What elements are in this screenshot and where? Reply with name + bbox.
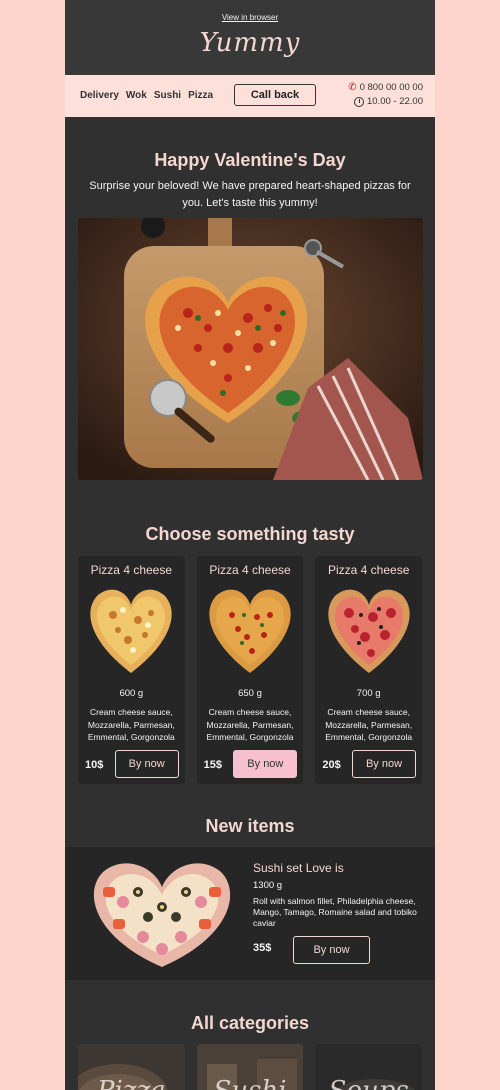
category-card-soups[interactable]: Soups: [315, 1044, 423, 1090]
nav-links: Delivery Wok Sushi Pizza: [80, 90, 213, 101]
product-weight: 600 g: [119, 688, 144, 699]
product-description: Cream cheese sauce, Mozzarella, Parmesan…: [325, 707, 413, 742]
new-item-image[interactable]: [83, 857, 241, 970]
logo[interactable]: Yummy: [65, 28, 435, 58]
hero-image[interactable]: [77, 218, 423, 480]
clock-icon: [354, 97, 364, 107]
call-back-button[interactable]: Call back: [234, 84, 316, 106]
category-list: Pizza Sushi Soups: [65, 1044, 435, 1090]
product-name[interactable]: Pizza 4 cheese: [78, 563, 185, 577]
new-item-price: 35$: [253, 942, 272, 954]
nav-link-wok[interactable]: Wok: [126, 90, 147, 101]
product-name[interactable]: Pizza 4 cheese: [315, 563, 422, 577]
buy-now-button[interactable]: By now: [114, 750, 179, 778]
category-label: Pizza: [78, 1076, 185, 1090]
new-items-title: New items: [205, 816, 295, 836]
product-card: Pizza 4 cheese 700 g Cream cheese sauce,…: [315, 556, 423, 784]
nav-link-pizza[interactable]: Pizza: [188, 90, 213, 101]
product-list: Pizza 4 cheese 600 g Cream cheese sauce,…: [65, 556, 435, 784]
products-title: Choose something tasty: [145, 524, 355, 544]
product-image[interactable]: [202, 585, 298, 677]
new-item-weight: 1300 g: [253, 880, 283, 891]
buy-now-button[interactable]: By now: [352, 750, 417, 778]
hero-text: Surprise your beloved! We have prepared …: [89, 180, 411, 209]
category-card-pizza[interactable]: Pizza: [78, 1044, 185, 1090]
product-weight: 650 g: [238, 688, 262, 699]
product-price: 15$: [203, 759, 223, 771]
nav-link-sushi[interactable]: Sushi: [154, 90, 181, 101]
phone-number[interactable]: 0 800 00 00 00: [360, 81, 423, 95]
buy-now-button[interactable]: By now: [233, 750, 298, 778]
opening-hours: 10.00 - 22.00: [367, 96, 423, 107]
email-container: View in browser Yummy Delivery Wok Sushi…: [65, 0, 435, 1090]
category-label: Soups: [315, 1076, 422, 1090]
new-item-name[interactable]: Sushi set Love is: [253, 861, 344, 875]
product-card: Pizza 4 cheese 650 g Cream cheese sauce,…: [196, 556, 304, 784]
hero-title: Happy Valentine's Day: [154, 150, 346, 170]
buy-now-button[interactable]: By now: [293, 936, 370, 964]
view-in-browser-link[interactable]: View in browser: [65, 13, 435, 22]
product-image[interactable]: [83, 585, 179, 677]
product-description: Cream cheese sauce, Mozzarella, Parmesan…: [87, 707, 175, 742]
product-name[interactable]: Pizza 4 cheese: [197, 563, 304, 577]
product-price: 10$: [85, 759, 104, 771]
new-item-description: Roll with salmon fillet, Philadelphia ch…: [253, 896, 417, 928]
product-weight: 700 g: [356, 688, 381, 699]
product-description: Cream cheese sauce, Mozzarella, Parmesan…: [206, 707, 294, 742]
new-item-card: Sushi set Love is 1300 g Roll with salmo…: [65, 847, 435, 980]
category-card-sushi[interactable]: Sushi: [196, 1044, 304, 1090]
contact-info: ✆ 0 800 00 00 00 10.00 - 22.00: [348, 81, 423, 109]
phone-icon: ✆: [348, 82, 357, 93]
email-header: View in browser Yummy: [65, 0, 435, 75]
categories-title: All categories: [190, 1013, 310, 1033]
product-card: Pizza 4 cheese 600 g Cream cheese sauce,…: [78, 556, 185, 784]
nav-bar: Delivery Wok Sushi Pizza Call back ✆ 0 8…: [65, 75, 435, 117]
category-label: Sushi: [197, 1076, 304, 1090]
product-price: 20$: [322, 759, 341, 771]
nav-link-delivery[interactable]: Delivery: [80, 90, 119, 101]
product-image[interactable]: [321, 585, 417, 677]
